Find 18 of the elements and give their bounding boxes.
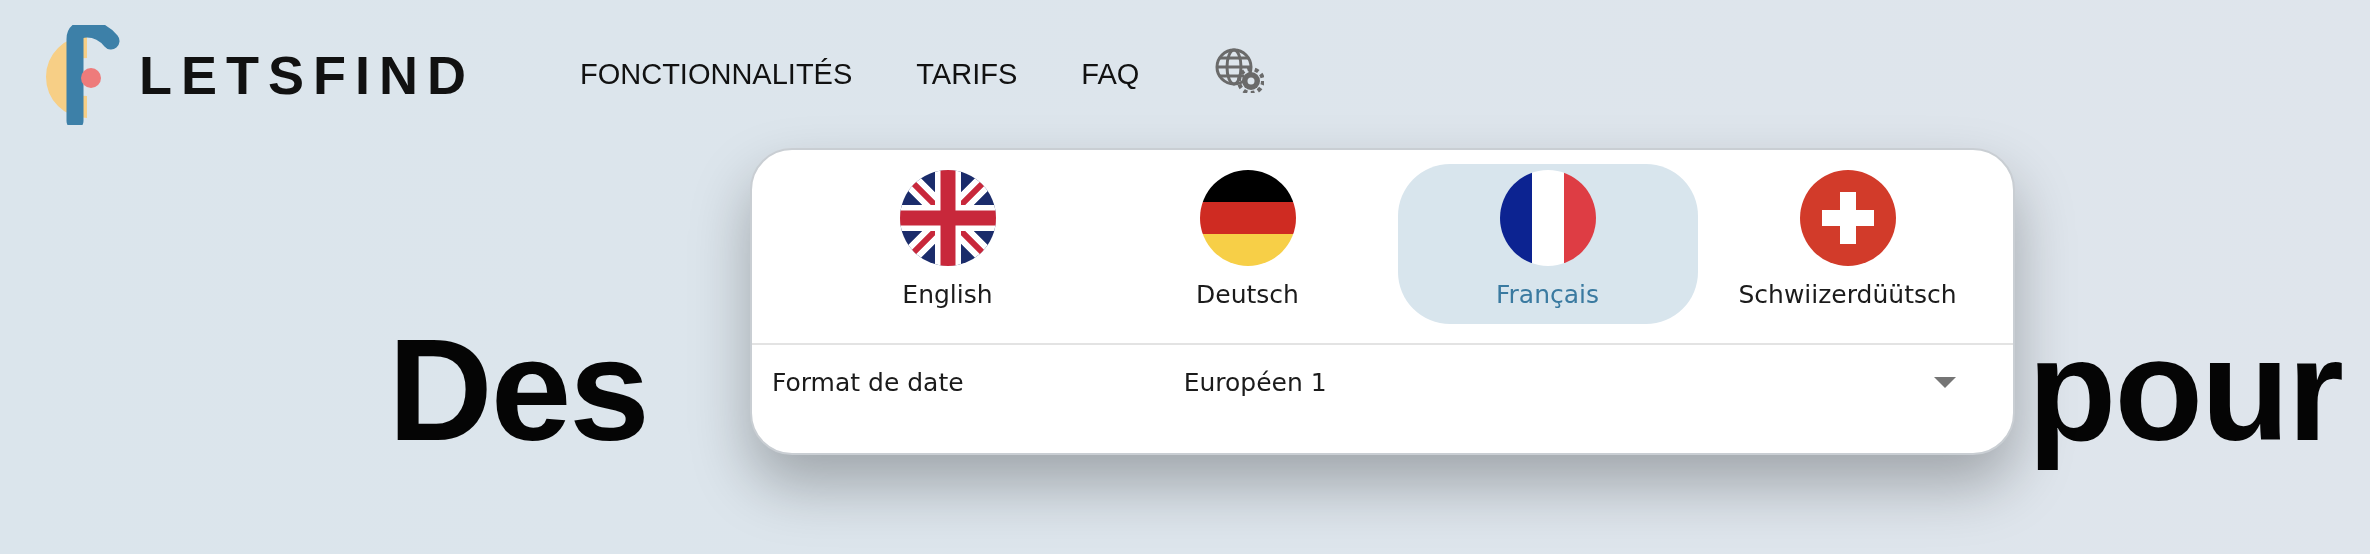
flag-icon [1199, 170, 1296, 266]
date-format-dropdown[interactable]: Européen 1 [963, 364, 1974, 402]
brand-name: LETSFIND [139, 43, 475, 107]
nav-link[interactable]: TARIFS [916, 53, 1018, 97]
date-format-label: Format de date [772, 367, 964, 400]
caret-icon [1933, 377, 1956, 389]
language-settings-icon[interactable] [1214, 47, 1265, 93]
flag-icon [1799, 170, 1896, 266]
flag-icon [1499, 170, 1596, 266]
language-option[interactable]: English [797, 164, 1098, 324]
headline-text: Des [388, 308, 648, 473]
language-option[interactable]: Français [1397, 164, 1698, 324]
nav-link[interactable]: FONCTIONNALITÉS [580, 53, 853, 97]
language-option[interactable]: Deutsch [1097, 164, 1398, 324]
language-option[interactable]: Schwiizerdüütsch [1697, 164, 1998, 324]
flag-icon [899, 170, 996, 266]
headline-text: pour [2027, 308, 2342, 473]
nav-link[interactable]: FAQ [1081, 53, 1140, 97]
